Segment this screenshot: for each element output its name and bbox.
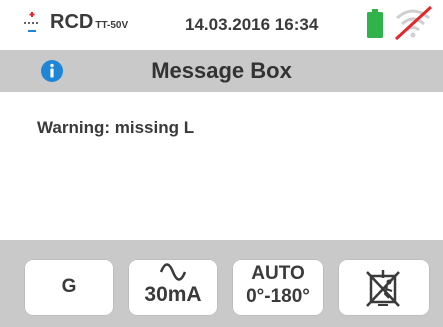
g-key-label: G (61, 276, 77, 297)
mode-name: RCD (50, 11, 94, 33)
rated-current-button[interactable]: 30mA (128, 259, 218, 316)
auto-phase-button[interactable]: AUTO 0°-180° (232, 259, 324, 316)
rated-current-label: 30mA (144, 283, 202, 306)
battery-full-icon (367, 9, 383, 38)
g-key-button[interactable]: G (24, 259, 114, 316)
wifi-disabled-icon (394, 5, 433, 41)
date-time: 14.03.2016 16:34 (185, 15, 319, 34)
instrument-screen: RCD TT-50V 14.03.2016 16:34 Message Box W… (0, 0, 443, 327)
touch-contact-disabled-icon (366, 270, 400, 307)
phase-range-label: 0°-180° (246, 286, 310, 307)
ac-wave-icon (159, 263, 187, 281)
mode-label: RCD TT-50V (50, 11, 128, 34)
page-title: Message Box (151, 58, 292, 83)
status-bar: RCD TT-50V 14.03.2016 16:34 (0, 0, 443, 46)
rcd-mode-icon (24, 12, 40, 32)
mode-subtitle: TT-50V (95, 20, 129, 31)
warning-message: Warning: missing L (37, 118, 195, 137)
touch-contact-button[interactable] (338, 259, 430, 316)
auto-label: AUTO (251, 263, 305, 284)
